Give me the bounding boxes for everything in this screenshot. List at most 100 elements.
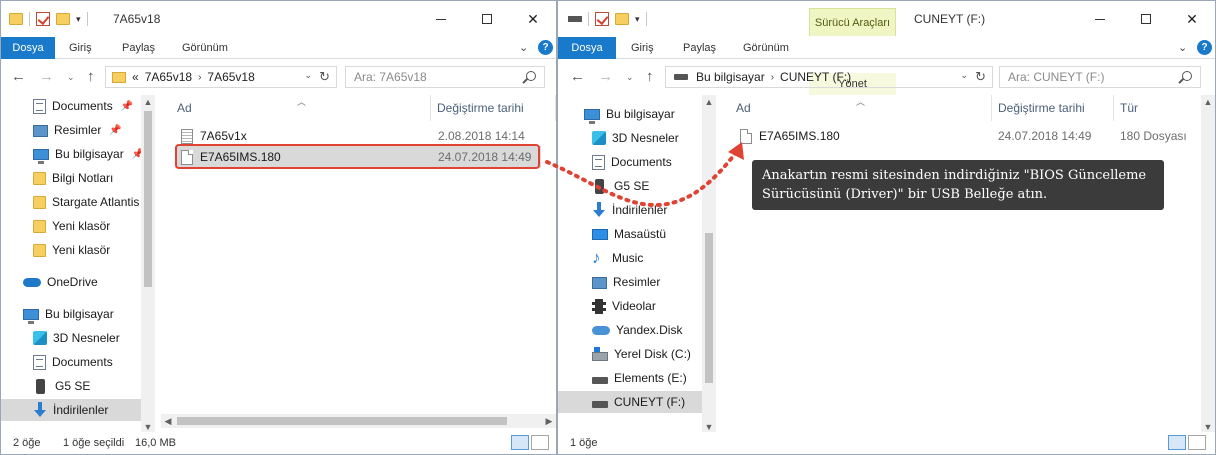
horizontal-scrollbar[interactable]: ◀ ▶ [161, 414, 556, 428]
tab-file[interactable]: Dosya [558, 37, 616, 59]
breadcrumb-chevron-icon[interactable]: › [771, 72, 774, 83]
folder-icon[interactable] [9, 13, 23, 25]
tab-file[interactable]: Dosya [1, 37, 55, 59]
search-input[interactable]: Ara: CUNEYT (F:) [999, 66, 1201, 88]
forward-arrow-icon[interactable]: → [598, 68, 613, 85]
nav-item-elements-drive[interactable]: Elements (E:) [558, 367, 702, 389]
nav-item-music[interactable]: Music [558, 247, 702, 269]
scroll-down-icon[interactable]: ▼ [141, 422, 155, 432]
forward-arrow-icon[interactable]: → [39, 68, 54, 85]
tab-share[interactable]: Paylaş [122, 37, 155, 59]
nav-scrollbar[interactable]: ▲ ▼ [702, 95, 716, 432]
address-overflow[interactable]: « [132, 70, 139, 84]
address-dropdown-icon[interactable]: ⌄ [304, 70, 312, 81]
tab-share[interactable]: Paylaş [683, 37, 716, 59]
close-button[interactable]: ✕ [1169, 5, 1215, 33]
scroll-right-icon[interactable]: ▶ [542, 414, 556, 428]
nav-item-yandex-disk[interactable]: Yandex.Disk [558, 319, 702, 341]
refresh-icon[interactable]: ↻ [319, 69, 330, 85]
details-view-icon[interactable] [511, 435, 529, 450]
column-header-name[interactable]: Ad [171, 95, 431, 121]
properties-icon[interactable] [36, 12, 50, 26]
recent-locations-icon[interactable]: ⌄ [626, 72, 634, 83]
large-icons-view-icon[interactable] [1188, 435, 1206, 450]
breadcrumb-chevron-icon[interactable]: › [198, 72, 201, 83]
address-dropdown-icon[interactable]: ⌄ [960, 70, 968, 81]
recent-locations-icon[interactable]: ⌄ [67, 72, 75, 83]
tab-view[interactable]: Görünüm [743, 37, 789, 59]
nav-item-folder[interactable]: Yeni klasör [1, 215, 141, 237]
nav-item-this-pc[interactable]: Bu bilgisayar [558, 103, 702, 125]
nav-item-pictures[interactable]: Resimler 📌 [1, 119, 141, 141]
minimize-button[interactable] [1077, 5, 1123, 33]
nav-item-documents[interactable]: Documents [558, 151, 702, 173]
scroll-thumb[interactable] [177, 417, 507, 425]
help-icon[interactable]: ? [538, 40, 553, 55]
nav-item-3d-objects[interactable]: 3D Nesneler [558, 127, 702, 149]
nav-item-phone[interactable]: G5 SE [558, 175, 702, 197]
column-header-name[interactable]: Ad [730, 95, 992, 121]
new-folder-icon[interactable] [615, 13, 629, 25]
search-input[interactable]: Ara: 7A65v18 [345, 66, 545, 88]
scroll-down-icon[interactable]: ▼ [702, 422, 716, 432]
new-folder-icon[interactable] [56, 13, 70, 25]
help-icon[interactable]: ? [1197, 40, 1212, 55]
scroll-up-icon[interactable]: ▲ [1201, 97, 1215, 107]
nav-item-3d-objects[interactable]: 3D Nesneler [1, 327, 141, 349]
breadcrumb-segment[interactable]: Bu bilgisayar [696, 70, 765, 84]
context-tab-drive-tools[interactable]: Sürücü Araçları [809, 8, 896, 36]
back-arrow-icon[interactable]: ← [570, 68, 585, 85]
content-scrollbar[interactable]: ▲ ▼ [1201, 95, 1215, 432]
scroll-up-icon[interactable]: ▲ [702, 97, 716, 107]
nav-item-this-pc[interactable]: Bu bilgisayar [1, 303, 141, 325]
nav-item-local-disk[interactable]: Yerel Disk (C:) [558, 343, 702, 365]
tab-home[interactable]: Giriş [631, 37, 654, 59]
nav-item-downloads[interactable]: İndirilenler [1, 399, 141, 421]
large-icons-view-icon[interactable] [531, 435, 549, 450]
nav-item-cuneyt-drive[interactable]: CUNEYT (F:) [558, 391, 702, 413]
column-header-type[interactable]: Tür [1114, 95, 1214, 121]
breadcrumb-segment[interactable]: 7A65v18 [145, 70, 192, 84]
nav-item-folder[interactable]: Stargate Atlantis [1, 191, 141, 213]
nav-scrollbar[interactable]: ▲ ▼ [141, 95, 155, 432]
nav-item-folder[interactable]: Bilgi Notları [1, 167, 141, 189]
close-button[interactable]: ✕ [510, 5, 556, 33]
nav-item-phone[interactable]: G5 SE [1, 375, 141, 397]
refresh-icon[interactable]: ↻ [975, 69, 986, 85]
nav-item-pictures[interactable]: Resimler [558, 271, 702, 293]
nav-item-downloads[interactable]: İndirilenler [558, 199, 702, 221]
scroll-thumb[interactable] [705, 233, 713, 383]
nav-item-documents[interactable]: Documents 📌 [1, 95, 141, 117]
nav-item-folder[interactable]: Yeni klasör [1, 239, 141, 261]
drive-icon[interactable] [568, 16, 582, 22]
nav-item-documents[interactable]: Documents [1, 351, 141, 373]
address-bar[interactable]: « 7A65v18 › 7A65v18 ⌄ ↻ [105, 66, 337, 88]
maximize-button[interactable] [464, 5, 510, 33]
breadcrumb-segment[interactable]: CUNEYT (F:) [780, 70, 851, 84]
tab-view[interactable]: Görünüm [182, 37, 228, 59]
nav-item-this-pc[interactable]: Bu bilgisayar 📌 [1, 143, 144, 165]
expand-ribbon-icon[interactable]: ⌄ [1178, 41, 1187, 54]
details-view-icon[interactable] [1168, 435, 1186, 450]
address-bar[interactable]: Bu bilgisayar › CUNEYT (F:) ⌄ ↻ [665, 66, 993, 88]
scroll-down-icon[interactable]: ▼ [1201, 422, 1215, 432]
tab-home[interactable]: Giriş [69, 37, 92, 59]
maximize-button[interactable] [1123, 5, 1169, 33]
up-arrow-icon[interactable]: ↑ [87, 68, 95, 85]
customize-toolbar-icon[interactable]: ▾ [76, 14, 81, 25]
column-header-date[interactable]: Değiştirme tarihi [431, 95, 556, 121]
expand-ribbon-icon[interactable]: ⌄ [519, 41, 528, 54]
scroll-left-icon[interactable]: ◀ [161, 414, 175, 428]
back-arrow-icon[interactable]: ← [11, 68, 26, 85]
nav-item-onedrive[interactable]: OneDrive [1, 271, 141, 293]
breadcrumb-segment[interactable]: 7A65v18 [207, 70, 254, 84]
properties-icon[interactable] [595, 12, 609, 26]
minimize-button[interactable] [418, 5, 464, 33]
scroll-up-icon[interactable]: ▲ [141, 97, 155, 107]
scroll-thumb[interactable] [144, 111, 152, 287]
column-header-date[interactable]: Değiştirme tarihi [992, 95, 1114, 121]
nav-item-videos[interactable]: Videolar [558, 295, 702, 317]
nav-item-desktop[interactable]: Masaüstü [558, 223, 702, 245]
file-row[interactable]: E7A65IMS.180 24.07.2018 14:49 180 Dosyas… [734, 125, 1204, 147]
customize-toolbar-icon[interactable]: ▾ [635, 14, 640, 25]
